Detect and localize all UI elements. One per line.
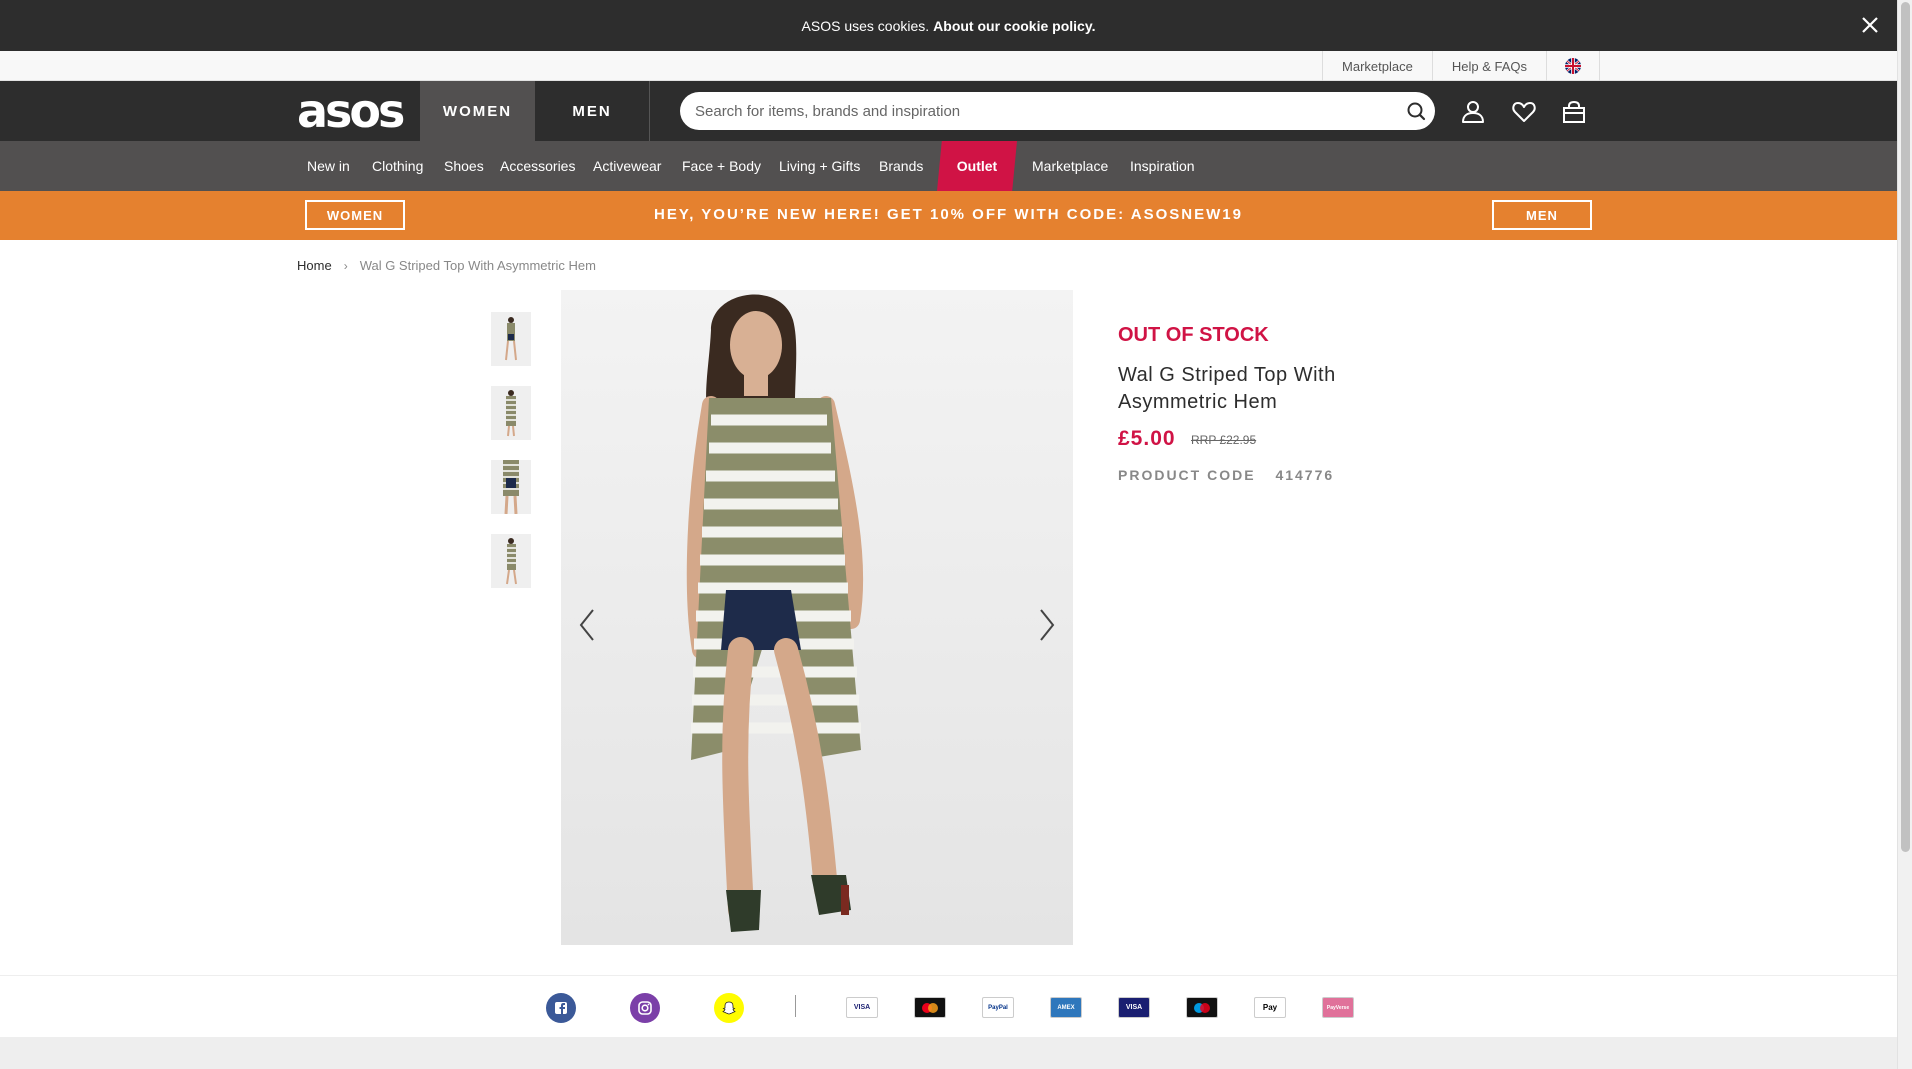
nav-accessories[interactable]: Accessories: [500, 141, 575, 191]
product-code-value: 414776: [1275, 467, 1335, 483]
product-price: £5.00: [1118, 427, 1176, 450]
nav-inspiration[interactable]: Inspiration: [1130, 141, 1195, 191]
model-thumbnail-image: [491, 534, 531, 588]
bag-icon[interactable]: [1561, 99, 1587, 125]
main-product-image: [561, 290, 1073, 945]
uk-flag-icon: [1565, 58, 1581, 74]
payverse-payment-icon: PayVerse: [1322, 997, 1354, 1018]
amex-payment-icon: AMEX: [1050, 997, 1082, 1018]
model-thumbnail-image: [491, 312, 531, 366]
promo-banner: WOMEN HEY, YOU’RE NEW HERE! GET 10% OFF …: [0, 191, 1897, 240]
account-icon[interactable]: [1460, 99, 1486, 125]
marketplace-link[interactable]: Marketplace: [1322, 51, 1432, 81]
promo-men-button[interactable]: MEN: [1492, 200, 1592, 230]
search-bar: [680, 92, 1435, 130]
facebook-icon[interactable]: [546, 993, 576, 1023]
footer-grey-band: [0, 1037, 1897, 1069]
country-selector[interactable]: [1546, 51, 1600, 81]
product-thumbnail[interactable]: [491, 534, 531, 588]
apple-pay-icon: Pay: [1254, 997, 1286, 1018]
tab-women[interactable]: WOMEN: [420, 81, 535, 141]
visa-payment-icon: VISA: [846, 997, 878, 1018]
asos-logo[interactable]: asos: [297, 88, 405, 134]
close-icon[interactable]: [1859, 14, 1881, 36]
utility-bar: Marketplace Help & FAQs: [0, 51, 1897, 81]
instagram-icon[interactable]: [630, 993, 660, 1023]
product-code: PRODUCT CODE 414776: [1118, 467, 1334, 483]
stock-status: OUT OF STOCK: [1118, 324, 1269, 346]
product-thumbnail[interactable]: [491, 460, 531, 514]
apple-pay-label: Pay: [1262, 1003, 1278, 1012]
breadcrumb-current: Wal G Striped Top With Asymmetric Hem: [359, 258, 596, 273]
nav-brands[interactable]: Brands: [879, 141, 923, 191]
category-nav: New in Clothing Shoes Accessories Active…: [0, 141, 1897, 191]
scrollbar-thumb[interactable]: [1901, 2, 1910, 852]
footer-divider: [795, 995, 796, 1017]
breadcrumb-home[interactable]: Home: [297, 258, 332, 273]
help-faqs-link[interactable]: Help & FAQs: [1431, 51, 1546, 81]
previous-image-arrow-icon[interactable]: [573, 605, 603, 645]
paypal-payment-icon: PayPal: [982, 997, 1014, 1018]
visa-electron-payment-icon: VISA: [1118, 997, 1150, 1018]
product-thumbnail[interactable]: [491, 386, 531, 440]
nav-new-in[interactable]: New in: [307, 141, 350, 191]
mastercard-payment-icon: [914, 997, 946, 1018]
product-name: Wal G Striped Top With Asymmetric Hem: [1118, 364, 1336, 413]
heart-icon[interactable]: [1511, 99, 1537, 125]
search-icon[interactable]: [1405, 100, 1427, 122]
nav-face-body[interactable]: Face + Body: [682, 141, 761, 191]
maestro-payment-icon: [1186, 997, 1218, 1018]
nav-clothing[interactable]: Clothing: [372, 141, 423, 191]
nav-activewear[interactable]: Activewear: [593, 141, 661, 191]
breadcrumb-separator: ›: [343, 258, 348, 273]
product-code-label: PRODUCT CODE: [1118, 467, 1256, 483]
promo-text: HEY, YOU’RE NEW HERE! GET 10% OFF WITH C…: [654, 206, 1243, 223]
cookie-policy-link[interactable]: About our cookie policy.: [933, 18, 1095, 34]
tab-men[interactable]: MEN: [535, 81, 650, 141]
product-thumbnail[interactable]: [491, 312, 531, 366]
snapchat-icon[interactable]: [714, 993, 744, 1023]
cookie-banner: ASOS uses cookies. About our cookie poli…: [0, 0, 1897, 51]
footer-strip: VISA PayPal AMEX VISA Pay PayVerse: [0, 975, 1897, 1037]
nav-living-gifts[interactable]: Living + Gifts: [779, 141, 860, 191]
nav-shoes[interactable]: Shoes: [444, 141, 484, 191]
next-image-arrow-icon[interactable]: [1031, 605, 1061, 645]
model-thumbnail-image: [491, 460, 531, 514]
nav-outlet[interactable]: Outlet: [937, 141, 1017, 191]
nav-marketplace[interactable]: Marketplace: [1032, 141, 1108, 191]
page-scrollbar[interactable]: [1897, 0, 1912, 1069]
search-input[interactable]: [695, 92, 1385, 130]
main-header: asos WOMEN MEN: [0, 81, 1897, 141]
breadcrumb: Home › Wal G Striped Top With Asymmetric…: [297, 258, 596, 273]
model-thumbnail-image: [491, 386, 531, 440]
cookie-text: ASOS uses cookies.: [801, 17, 930, 34]
model-photo: [561, 290, 1073, 945]
product-rrp: RRP £22.95: [1191, 433, 1257, 447]
